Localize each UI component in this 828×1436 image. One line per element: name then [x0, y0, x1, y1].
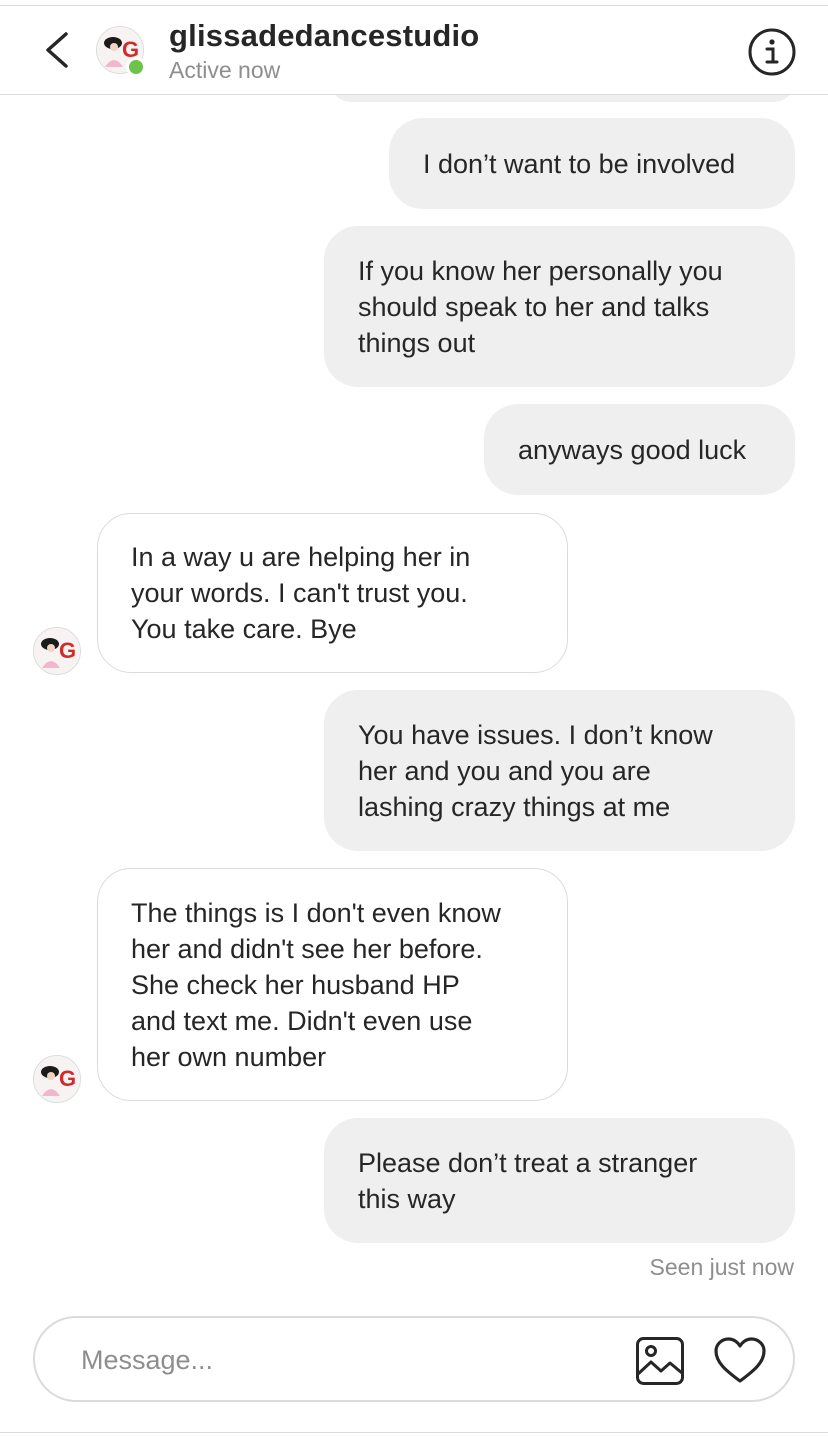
seen-status: Seen just now — [649, 1254, 794, 1280]
chat-title[interactable]: glissadedancestudio — [169, 18, 479, 54]
image-icon — [636, 1337, 684, 1385]
profile-avatar[interactable]: G — [96, 26, 146, 77]
sender-avatar[interactable]: G — [33, 1055, 81, 1103]
sent-message[interactable]: If you know her personally you should sp… — [324, 226, 795, 387]
svg-text:G: G — [59, 1066, 76, 1091]
message-composer — [33, 1316, 795, 1402]
online-indicator — [126, 57, 146, 77]
back-button[interactable] — [38, 28, 78, 72]
gallery-button[interactable] — [635, 1336, 685, 1386]
chevron-left-icon — [46, 32, 68, 68]
received-message[interactable]: In a way u are helping her in your words… — [97, 513, 568, 673]
svg-text:G: G — [59, 638, 76, 663]
sent-message[interactable]: Please don’t treat a stranger this way — [324, 1118, 795, 1243]
heart-icon — [714, 1337, 766, 1383]
sent-message[interactable]: I don’t want to be involved — [389, 118, 795, 209]
sent-message[interactable]: You have issues. I don’t know her and yo… — [324, 690, 795, 851]
active-status: Active now — [169, 57, 281, 83]
info-button[interactable] — [746, 26, 798, 78]
sent-message[interactable]: anyways good luck — [484, 404, 795, 495]
like-button[interactable] — [713, 1336, 767, 1386]
sender-avatar[interactable]: G — [33, 627, 81, 675]
chat-header: G glissadedancestudio Active now — [0, 6, 828, 95]
info-icon — [748, 28, 796, 76]
received-message[interactable]: The things is I don't even know her and … — [97, 868, 568, 1101]
bottom-divider — [0, 1432, 828, 1433]
message-input[interactable] — [79, 1318, 603, 1402]
